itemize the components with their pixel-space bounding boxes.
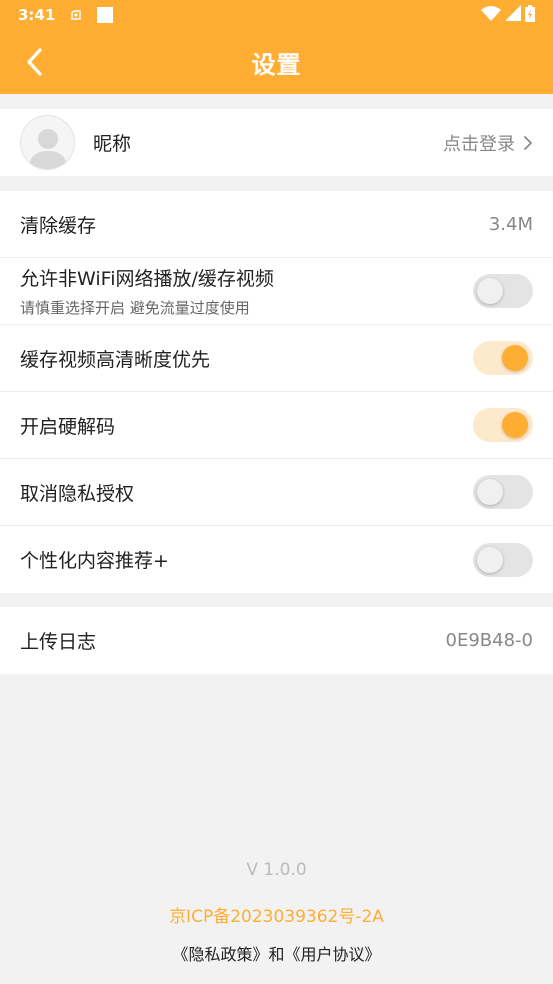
personalized-row: 个性化内容推荐+ bbox=[0, 526, 553, 593]
non-wifi-label: 允许非WiFi网络播放/缓存视频 bbox=[20, 268, 274, 290]
avatar bbox=[20, 115, 75, 170]
version-text: V 1.0.0 bbox=[246, 860, 307, 880]
notification-icon bbox=[69, 8, 83, 22]
non-wifi-toggle[interactable] bbox=[473, 274, 533, 308]
upload-log-row[interactable]: 上传日志 0E9B48-0 bbox=[0, 607, 553, 674]
personalized-label: 个性化内容推荐+ bbox=[20, 550, 169, 572]
toggle-knob bbox=[502, 412, 528, 438]
non-wifi-sublabel: 请慎重选择开启 避免流量过度使用 bbox=[20, 299, 250, 317]
toggle-knob bbox=[502, 345, 528, 371]
non-wifi-row: 允许非WiFi网络播放/缓存视频 请慎重选择开启 避免流量过度使用 bbox=[0, 258, 553, 325]
hw-decode-label: 开启硬解码 bbox=[20, 415, 116, 438]
cache-size-value: 3.4M bbox=[488, 213, 533, 235]
profile-section: 昵称 点击登录 bbox=[0, 109, 553, 176]
chevron-right-icon bbox=[523, 135, 533, 151]
page-title: 设置 bbox=[251, 50, 302, 79]
toggle-knob bbox=[477, 546, 503, 573]
hd-cache-toggle[interactable] bbox=[473, 341, 533, 375]
log-id-value: 0E9B48-0 bbox=[445, 630, 533, 651]
legal-links: 《隐私政策》和《用户协议》 bbox=[0, 941, 553, 965]
clear-cache-row[interactable]: 清除缓存 3.4M bbox=[0, 191, 553, 258]
back-chevron-icon bbox=[27, 48, 42, 76]
privacy-label: 取消隐私授权 bbox=[20, 482, 135, 505]
upload-log-label: 上传日志 bbox=[20, 631, 97, 653]
icp-number[interactable]: 京ICP备2023039362号-2A bbox=[169, 907, 384, 927]
hw-decode-row: 开启硬解码 bbox=[0, 392, 553, 459]
login-text: 点击登录 bbox=[443, 133, 515, 155]
clear-cache-label: 清除缓存 bbox=[20, 214, 97, 237]
user-agreement-link[interactable]: 《用户协议》 bbox=[285, 945, 381, 964]
privacy-row: 取消隐私授权 bbox=[0, 459, 553, 526]
personalized-toggle[interactable] bbox=[473, 542, 533, 577]
non-wifi-text: 允许非WiFi网络播放/缓存视频 请慎重选择开启 避免流量过度使用 bbox=[20, 264, 274, 318]
icp-wrap: 京ICP备2023039362号-2A bbox=[0, 902, 553, 927]
profile-row[interactable]: 昵称 点击登录 bbox=[0, 109, 553, 176]
battery-icon bbox=[525, 4, 535, 26]
app-header: 设置 bbox=[0, 30, 553, 94]
log-section: 上传日志 0E9B48-0 bbox=[0, 607, 553, 674]
back-button[interactable] bbox=[18, 46, 50, 78]
status-bar: 3:41 bbox=[0, 0, 553, 30]
signal-icon bbox=[505, 5, 521, 25]
hw-decode-toggle[interactable] bbox=[473, 408, 533, 442]
privacy-policy-link[interactable]: 《隐私政策》 bbox=[172, 945, 268, 964]
wifi-icon bbox=[481, 5, 501, 25]
nickname-label: 昵称 bbox=[93, 133, 132, 155]
privacy-toggle[interactable] bbox=[473, 475, 533, 509]
settings-section: 清除缓存 3.4M 允许非WiFi网络播放/缓存视频 请慎重选择开启 避免流量过… bbox=[0, 191, 553, 593]
hd-cache-label: 缓存视频高清晰度优先 bbox=[20, 348, 211, 371]
square-icon bbox=[97, 7, 114, 23]
status-time: 3:41 bbox=[18, 6, 56, 24]
and-text: 和 bbox=[268, 945, 285, 964]
hd-cache-row: 缓存视频高清晰度优先 bbox=[0, 325, 553, 392]
toggle-knob bbox=[477, 278, 503, 304]
version-text-wrap: V 1.0.0 bbox=[0, 860, 553, 880]
user-placeholder-icon bbox=[28, 129, 67, 169]
login-link[interactable]: 点击登录 bbox=[443, 130, 533, 156]
toggle-knob bbox=[477, 479, 503, 505]
